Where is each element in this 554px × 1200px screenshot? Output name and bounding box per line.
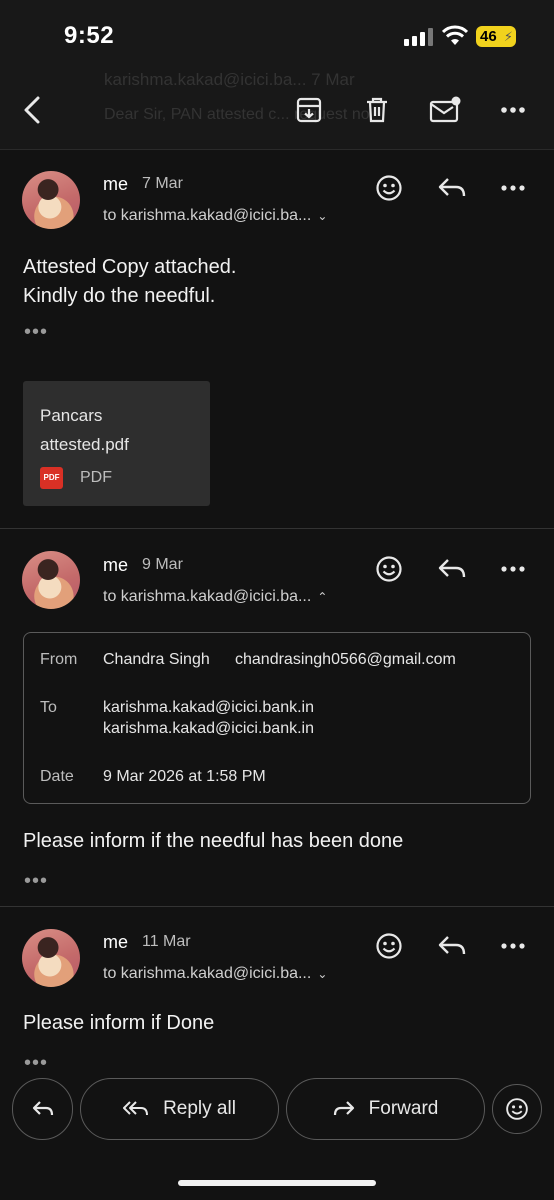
back-arrow-icon[interactable]: [12, 90, 52, 130]
battery-level: 46: [480, 28, 497, 45]
more-icon[interactable]: [493, 90, 533, 130]
pdf-file-icon: PDF: [40, 467, 63, 489]
attachment-type: PDF: [80, 469, 112, 486]
message-date: 9 Mar: [142, 556, 183, 573]
message-more-icon[interactable]: [497, 930, 529, 962]
emoji-icon[interactable]: [373, 553, 405, 585]
sender-name: me: [103, 174, 129, 194]
reply-icon[interactable]: [436, 172, 468, 204]
message-body: Please inform if the needful has been do…: [23, 830, 404, 852]
avatar[interactable]: [22, 551, 80, 609]
recipient-text: to karishma.kakad@icici.ba...: [103, 588, 312, 605]
from-label: From: [40, 651, 78, 668]
message-body: Please inform if Done: [23, 1012, 215, 1034]
divider: [0, 906, 554, 907]
show-trimmed-content[interactable]: •••: [24, 1053, 48, 1073]
message-date: 11 Mar: [142, 933, 191, 950]
date-label: Date: [40, 768, 74, 785]
date-value: 9 Mar 2026 at 1:58 PM: [103, 768, 266, 785]
to-address[interactable]: karishma.kakad@icici.bank.in: [103, 699, 314, 717]
recipient-line[interactable]: to karishma.kakad@icici.ba... ⌃: [103, 588, 327, 606]
attachment-card[interactable]: Pancars attested.pdf PDF PDF: [23, 381, 210, 506]
reply-all-label: Reply all: [163, 1098, 236, 1119]
mark-unread-icon[interactable]: [425, 90, 465, 130]
emoji-icon[interactable]: [373, 172, 405, 204]
forward-label: Forward: [368, 1098, 439, 1119]
reply-icon[interactable]: [436, 930, 468, 962]
reply-all-button[interactable]: Reply all: [80, 1078, 279, 1140]
battery-indicator: 46 ⚡: [476, 26, 516, 47]
message-details-panel: From Chandra Singh chandrasingh0566@gmai…: [23, 632, 531, 804]
avatar[interactable]: [22, 171, 80, 229]
from-email[interactable]: chandrasingh0566@gmail.com: [235, 651, 456, 669]
archive-icon[interactable]: [289, 90, 329, 130]
recipient-text: to karishma.kakad@icici.ba...: [103, 207, 312, 224]
sender-name: me: [103, 555, 129, 575]
emoji-icon: [506, 1098, 528, 1120]
forward-icon: [333, 1099, 355, 1119]
reply-all-icon: [123, 1099, 149, 1119]
avatar[interactable]: [22, 929, 80, 987]
recipient-line[interactable]: to karishma.kakad@icici.ba... ⌄: [103, 965, 327, 983]
reply-icon: [32, 1101, 53, 1116]
thread-toolbar: karishma.kakad@icici.ba... 7 Mar Dear Si…: [0, 72, 554, 150]
attachment-name: Pancars attested.pdf: [40, 401, 129, 459]
recipient-line[interactable]: to karishma.kakad@icici.ba... ⌄: [103, 207, 327, 225]
from-name[interactable]: Chandra Singh: [103, 651, 210, 669]
emoji-icon[interactable]: [373, 930, 405, 962]
to-label: To: [40, 699, 57, 716]
trash-icon[interactable]: [357, 90, 397, 130]
divider: [0, 528, 554, 529]
message-more-icon[interactable]: [497, 172, 529, 204]
attachment-name-line: attested.pdf: [40, 435, 129, 454]
chevron-down-icon[interactable]: ⌄: [317, 209, 327, 223]
message-date: 7 Mar: [142, 175, 183, 192]
sender-name: me: [103, 932, 129, 952]
status-time: 9:52: [64, 22, 115, 49]
emoji-reaction-button[interactable]: [492, 1084, 542, 1134]
show-trimmed-content[interactable]: •••: [24, 322, 48, 342]
ghost-subject: karishma.kakad@icici.ba... 7 Mar: [104, 72, 355, 89]
reply-button[interactable]: [12, 1078, 73, 1140]
status-bar: 9:52 46 ⚡: [0, 0, 554, 72]
show-trimmed-content[interactable]: •••: [24, 871, 48, 891]
attachment-name-line: Pancars: [40, 406, 103, 425]
chevron-up-icon[interactable]: ⌃: [317, 590, 327, 604]
body-line: Kindly do the needful.: [23, 285, 216, 307]
message-body: Attested Copy attached. Kindly do the ne…: [23, 253, 236, 311]
to-address[interactable]: karishma.kakad@icici.bank.in: [103, 720, 314, 738]
home-indicator[interactable]: [178, 1180, 376, 1186]
wifi-icon: [442, 25, 468, 45]
message-more-icon[interactable]: [497, 553, 529, 585]
charging-icon: ⚡: [503, 29, 513, 44]
recipient-text: to karishma.kakad@icici.ba...: [103, 965, 312, 982]
reply-icon[interactable]: [436, 553, 468, 585]
cellular-signal-icon: [404, 28, 434, 46]
forward-button[interactable]: Forward: [286, 1078, 485, 1140]
chevron-down-icon[interactable]: ⌄: [317, 967, 327, 981]
ghost-snippet: Dear Sir, PAN attested c... request no: [104, 106, 370, 123]
body-line: Attested Copy attached.: [23, 256, 237, 278]
